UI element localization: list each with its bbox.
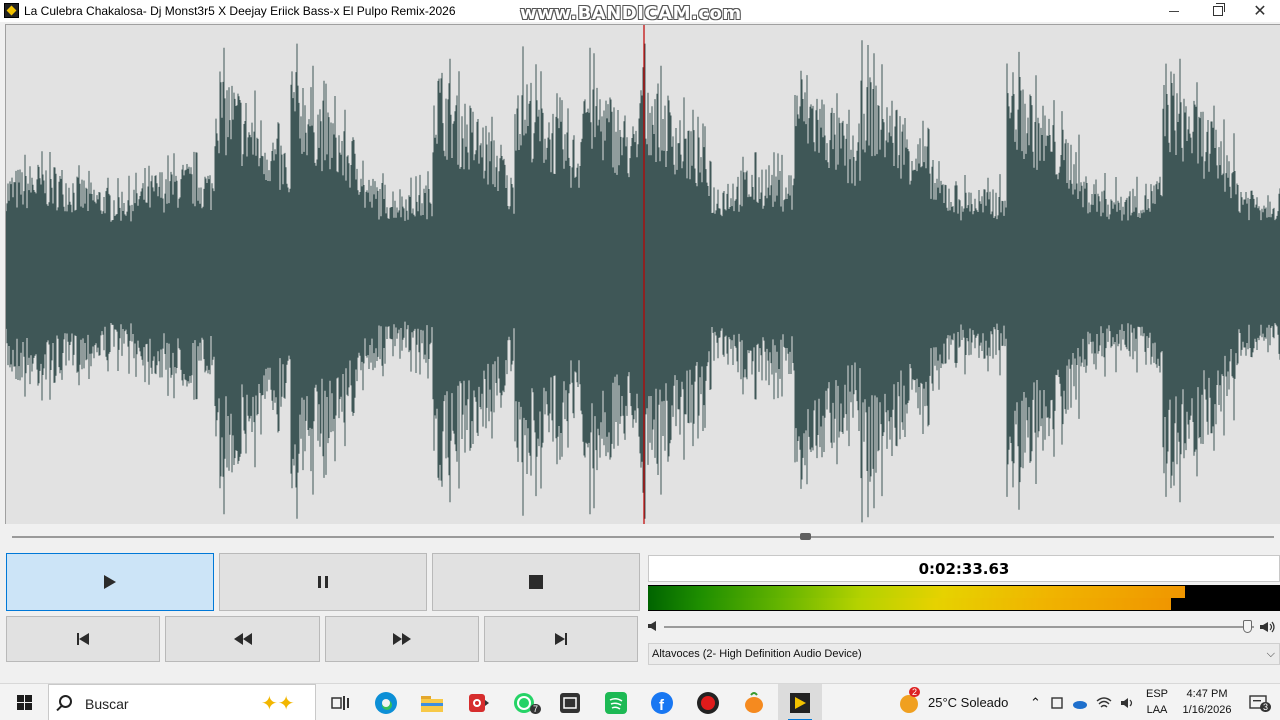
fl-studio-button[interactable] — [732, 684, 776, 720]
bandicam-watermark: www.BANDICAM.com — [520, 3, 742, 24]
weather-widget[interactable]: 2 25°C Soleado — [898, 684, 1008, 720]
capture-app-button[interactable] — [548, 684, 592, 720]
record-icon — [697, 691, 719, 714]
volume-slider[interactable] — [664, 626, 1254, 628]
level-meter-right — [648, 598, 1171, 610]
system-tray-icons[interactable]: ⌃ — [1030, 684, 1136, 720]
wifi-icon[interactable] — [1096, 696, 1112, 710]
weather-text: 25°C Soleado — [928, 695, 1009, 710]
clock-time: 4:47 PM — [1186, 688, 1228, 700]
app-window: La Culebra Chakalosa- Dj Monst3r5 X Deej… — [0, 0, 1280, 720]
capture-app-icon — [560, 692, 580, 713]
waveform-view[interactable] — [5, 24, 1280, 524]
level-meter-left — [648, 586, 1185, 598]
weather-badge: 2 — [909, 687, 921, 697]
chevron-down-icon: ⌵ — [1266, 648, 1275, 660]
search-placeholder: Buscar — [85, 696, 129, 712]
stop-icon — [529, 575, 543, 589]
language-line-1: ESP — [1145, 688, 1168, 700]
window-title: La Culebra Chakalosa- Dj Monst3r5 X Deej… — [24, 4, 456, 18]
language-line-2: LAA — [1146, 704, 1168, 716]
notifications-badge: 3 — [1260, 702, 1272, 712]
volume-slider-thumb[interactable] — [1243, 620, 1252, 633]
spotify-button[interactable] — [594, 684, 638, 720]
play-icon — [104, 575, 116, 589]
task-view-button[interactable] — [318, 684, 362, 720]
taskbar-clock[interactable]: 4:47 PM 1/16/2026 — [1174, 686, 1240, 718]
notifications-button[interactable]: 3 — [1240, 684, 1276, 720]
rewind-button[interactable] — [165, 616, 320, 662]
minimize-button[interactable] — [1152, 0, 1196, 22]
start-button[interactable] — [0, 684, 48, 720]
taskbar-search[interactable]: Buscar ✦✦ — [48, 684, 316, 720]
onedrive-icon[interactable] — [1072, 696, 1088, 710]
fl-studio-icon — [745, 691, 763, 713]
task-view-icon — [331, 695, 349, 710]
speaker-icon[interactable] — [1120, 696, 1136, 710]
input-language[interactable]: ESP LAA — [1142, 686, 1172, 718]
file-explorer-button[interactable] — [410, 684, 454, 720]
spotify-icon — [605, 691, 627, 714]
facebook-button[interactable]: f — [640, 684, 684, 720]
windows-logo-icon — [16, 695, 32, 710]
media-app-button[interactable] — [456, 684, 500, 720]
waveform-peaks — [6, 40, 1280, 523]
media-app-icon — [469, 693, 489, 712]
waveform — [6, 25, 1280, 524]
previous-track-button[interactable] — [6, 616, 160, 662]
record-button[interactable] — [686, 684, 730, 720]
time-display: 0:02:33.63 — [648, 555, 1280, 582]
fast-forward-button[interactable] — [325, 616, 479, 662]
stop-button[interactable] — [432, 553, 640, 611]
level-meter — [648, 585, 1280, 611]
maximize-icon — [1213, 3, 1225, 16]
maximize-button[interactable] — [1196, 0, 1240, 22]
previous-track-icon — [77, 633, 89, 645]
app-icon — [4, 3, 19, 18]
whatsapp-badge: 7 — [530, 704, 542, 714]
facebook-icon: f — [651, 691, 673, 714]
search-icon — [59, 695, 72, 708]
title-bar: La Culebra Chakalosa- Dj Monst3r5 X Deej… — [0, 0, 1280, 24]
volume-low-icon — [648, 621, 656, 631]
play-button[interactable] — [6, 553, 214, 611]
media-player-icon — [790, 692, 810, 713]
seek-thumb[interactable] — [800, 533, 811, 540]
close-button[interactable]: ✕ — [1238, 0, 1280, 22]
media-player-button[interactable] — [778, 684, 822, 720]
output-device-label: Altavoces (2- High Definition Audio Devi… — [652, 648, 862, 660]
minimize-icon — [1169, 10, 1179, 12]
next-track-icon — [555, 633, 567, 645]
file-explorer-icon — [421, 695, 443, 712]
volume-high-icon — [1260, 621, 1275, 633]
output-device-select[interactable]: Altavoces (2- High Definition Audio Devi… — [648, 643, 1280, 665]
fast-forward-icon — [393, 633, 411, 645]
pause-button[interactable] — [219, 553, 427, 611]
edge-icon — [375, 691, 397, 714]
next-track-button[interactable] — [484, 616, 638, 662]
meet-now-icon[interactable] — [1050, 696, 1064, 710]
seek-track[interactable] — [12, 536, 1274, 538]
edge-button[interactable] — [364, 684, 408, 720]
pause-icon — [318, 576, 328, 588]
whatsapp-button[interactable]: 7 — [502, 684, 546, 720]
chevron-up-icon[interactable]: ⌃ — [1030, 695, 1041, 711]
close-icon: ✕ — [1253, 3, 1267, 20]
taskbar: Buscar ✦✦ 7 f 2 25°C Soleado ⌃ ESP LAA 4… — [0, 683, 1280, 720]
search-highlight-icon: ✦✦ — [261, 693, 295, 715]
rewind-icon — [233, 633, 252, 645]
clock-date: 1/16/2026 — [1182, 704, 1232, 716]
